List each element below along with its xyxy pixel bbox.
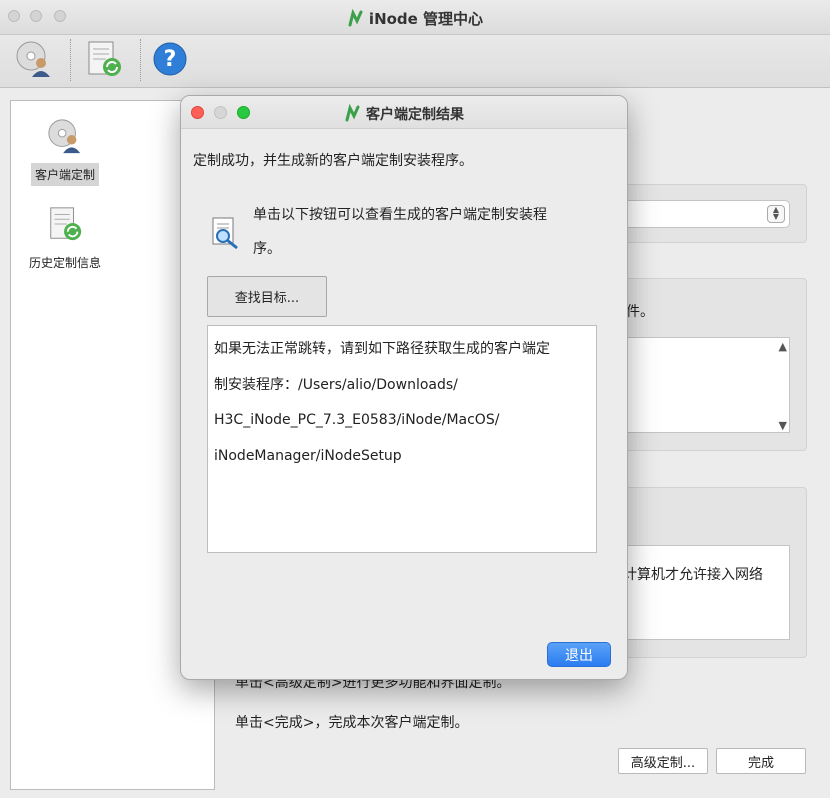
path-line: iNodeManager/iNodeSetup: [214, 447, 402, 464]
sidebar-item-history[interactable]: 历史定制信息: [25, 205, 105, 274]
sidebar-item-label: 历史定制信息: [29, 256, 102, 270]
window-title-text: iNode 管理中心: [368, 10, 484, 28]
help-icon: ?: [151, 40, 189, 82]
document-refresh-icon: [46, 205, 84, 247]
main-titlebar: iNode 管理中心: [0, 0, 830, 35]
path-info-box: 如果无法正常跳转，请到如下路径获取生成的客户端定 制安装程序：/Users/al…: [207, 325, 597, 553]
toolbar-separator: [140, 39, 141, 81]
customize-client-toolbar-button[interactable]: [12, 39, 56, 83]
dialog-title: 客户端定制结果: [181, 103, 627, 126]
scroll-up-icon[interactable]: ▲: [779, 340, 787, 353]
settings-select[interactable]: ▲ ▼: [620, 200, 790, 228]
document-refresh-icon: [84, 39, 124, 83]
select-arrows-icon: ▲ ▼: [767, 205, 785, 223]
dialog-title-text: 客户端定制结果: [366, 107, 464, 123]
disc-user-icon: [46, 117, 84, 159]
find-target-button[interactable]: 查找目标...: [207, 276, 327, 317]
sidebar-item-label: 客户端定制: [30, 163, 99, 186]
svg-text:?: ?: [164, 47, 177, 72]
sidebar-item-customize-client[interactable]: 客户端定制: [25, 117, 105, 186]
dialog-titlebar: 客户端定制结果: [181, 96, 627, 129]
inode-logo-icon: [347, 8, 365, 31]
toolbar-separator: [70, 39, 71, 81]
document-search-icon: [209, 216, 243, 254]
customize-result-dialog: 客户端定制结果 定制成功，并生成新的客户端定制安装程序。 单击以下按钮可以查看生…: [180, 95, 628, 680]
partial-text: 计算机才允许接入网络: [623, 567, 763, 583]
inode-logo-icon: [344, 103, 362, 126]
advanced-customize-button[interactable]: 高级定制...: [618, 748, 708, 774]
exit-button[interactable]: 退出: [547, 642, 611, 667]
hint-line-2: 序。: [253, 241, 281, 257]
toolbar: ?: [0, 35, 830, 88]
path-line: 制安装程序：/Users/alio/Downloads/: [214, 376, 458, 393]
help-toolbar-button[interactable]: ?: [148, 39, 192, 83]
path-line: H3C_iNode_PC_7.3_E0583/iNode/MacOS/: [214, 412, 500, 428]
scroll-down-icon[interactable]: ▼: [779, 419, 787, 432]
access-rules-box[interactable]: 计算机才允许接入网络: [620, 545, 790, 640]
partial-text: 件。: [626, 304, 654, 320]
done-button[interactable]: 完成: [716, 748, 806, 774]
path-line: 如果无法正常跳转，请到如下路径获取生成的客户端定: [214, 341, 550, 357]
window-title: iNode 管理中心: [0, 8, 830, 31]
history-toolbar-button[interactable]: [82, 39, 126, 83]
file-list-box[interactable]: ▲ ▼: [620, 337, 790, 433]
success-message: 定制成功，并生成新的客户端定制安装程序。: [193, 153, 473, 169]
disc-user-icon: [14, 39, 54, 83]
instruction-done: 单击<完成>，完成本次客户端定制。: [235, 715, 469, 731]
hint-line-1: 单击以下按钮可以查看生成的客户端定制安装程: [253, 207, 547, 223]
